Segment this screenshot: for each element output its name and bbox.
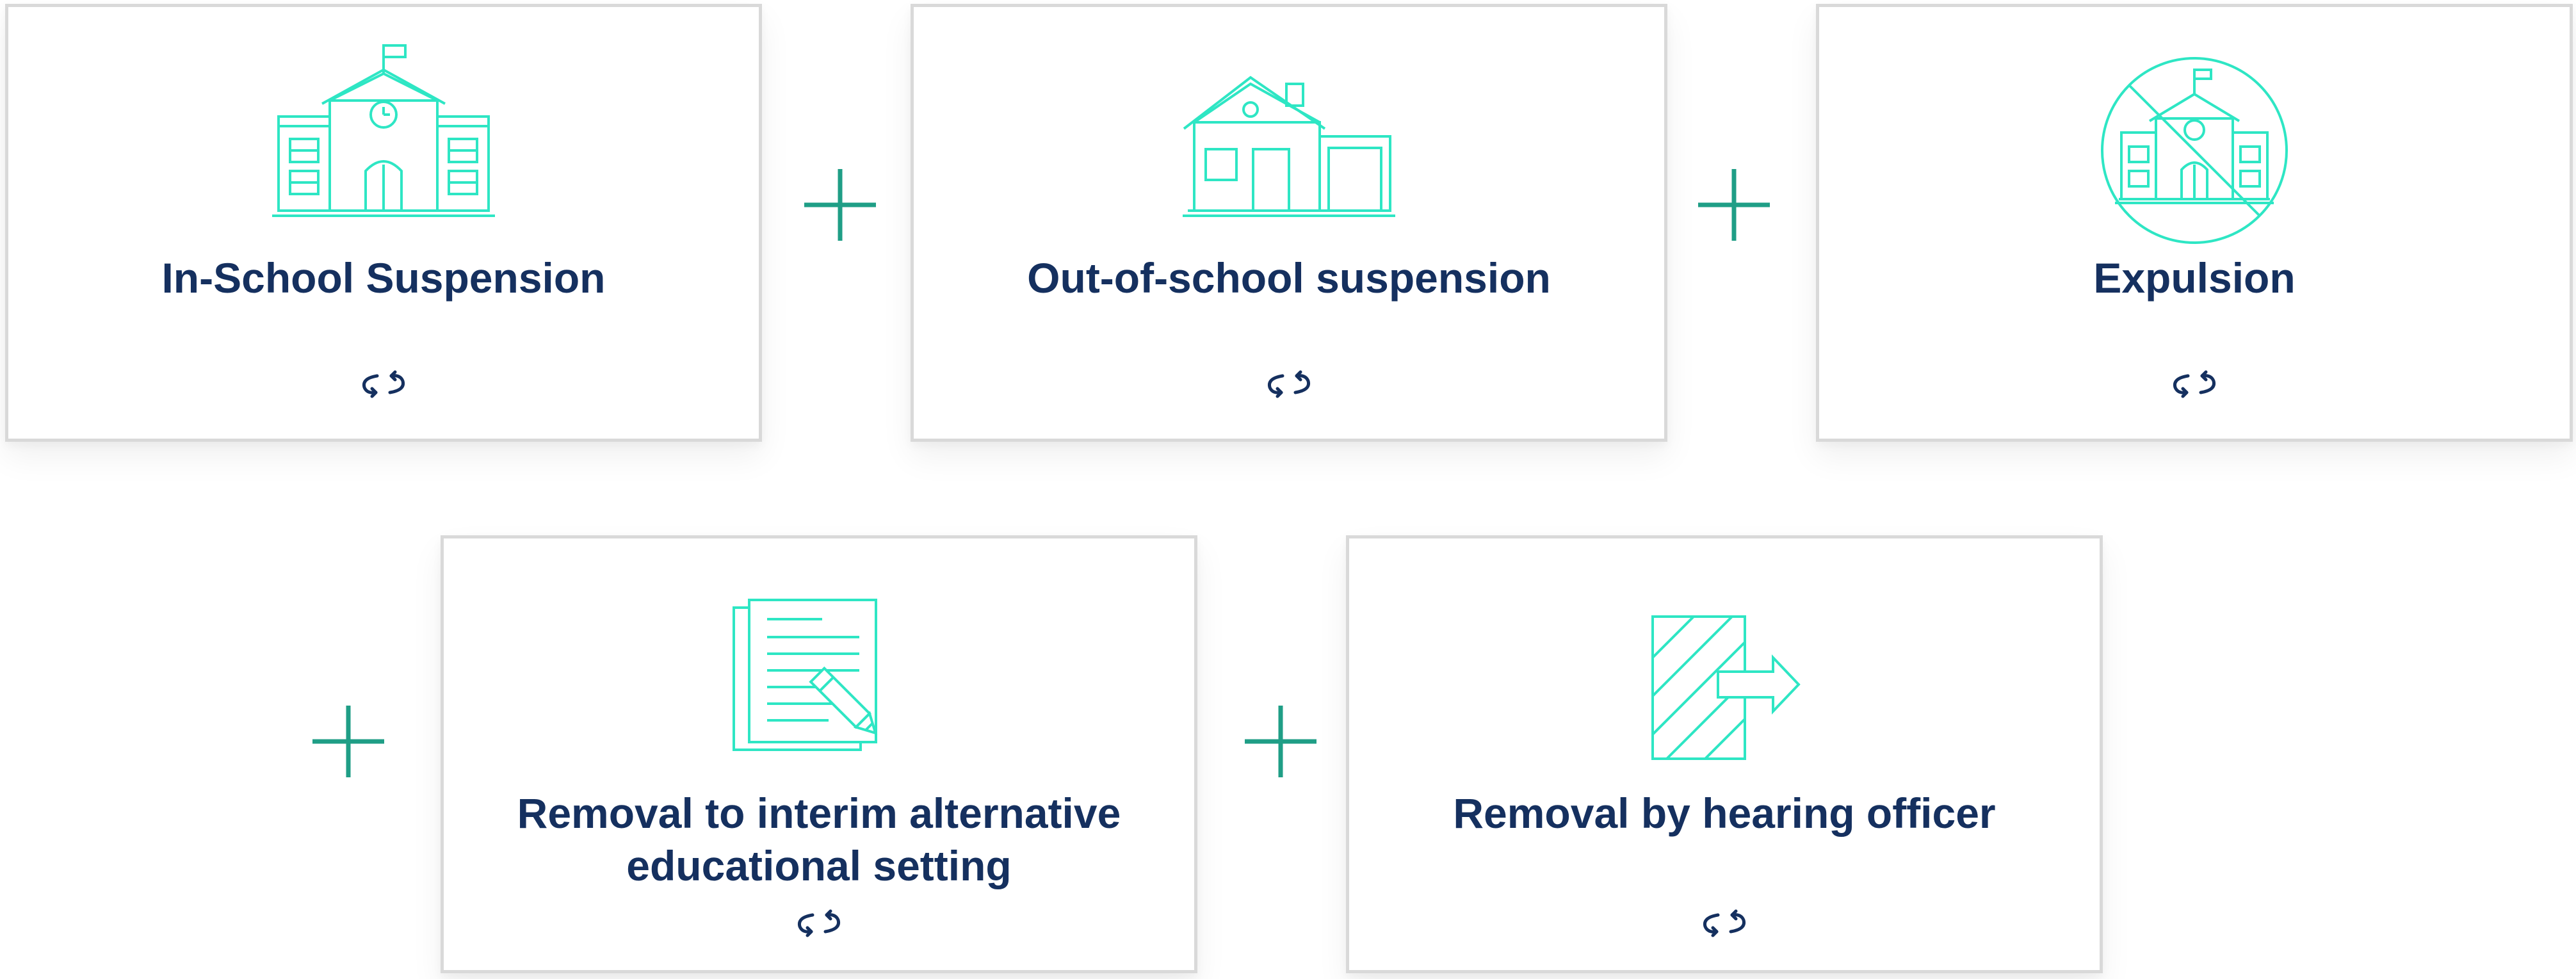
card-title: Expulsion — [2093, 254, 2296, 302]
plus-icon — [804, 169, 876, 241]
card-expulsion[interactable]: Expulsion — [1816, 4, 2573, 442]
flip-arrows-icon[interactable] — [2169, 369, 2220, 399]
flip-arrows-icon[interactable] — [358, 369, 409, 399]
school-building-icon — [268, 43, 499, 222]
flip-arrows-icon[interactable] — [1699, 909, 1750, 938]
plus-icon — [1245, 706, 1316, 777]
exit-door-arrow-icon — [1648, 613, 1801, 760]
flip-arrows-icon[interactable] — [1263, 369, 1315, 399]
card-in-school-suspension[interactable]: In-School Suspension — [5, 4, 762, 442]
document-pencil-icon — [726, 597, 912, 757]
school-crossed-icon — [2098, 54, 2290, 247]
plus-icon — [312, 706, 384, 777]
flip-arrows-icon[interactable] — [793, 909, 845, 938]
card-title: Removal to interim alternative education… — [517, 789, 1121, 889]
house-garage-icon — [1180, 71, 1398, 222]
card-title: In-School Suspension — [161, 254, 606, 302]
card-out-of-school-suspension[interactable]: Out-of-school suspension — [911, 4, 1667, 442]
card-title: Out-of-school suspension — [1027, 254, 1551, 302]
card-removal-hearing-officer[interactable]: Removal by hearing officer — [1346, 535, 2103, 973]
card-title: Removal by hearing officer — [1453, 789, 1996, 837]
card-removal-interim-setting[interactable]: Removal to interim alternative education… — [441, 535, 1197, 973]
plus-icon — [1698, 169, 1770, 241]
